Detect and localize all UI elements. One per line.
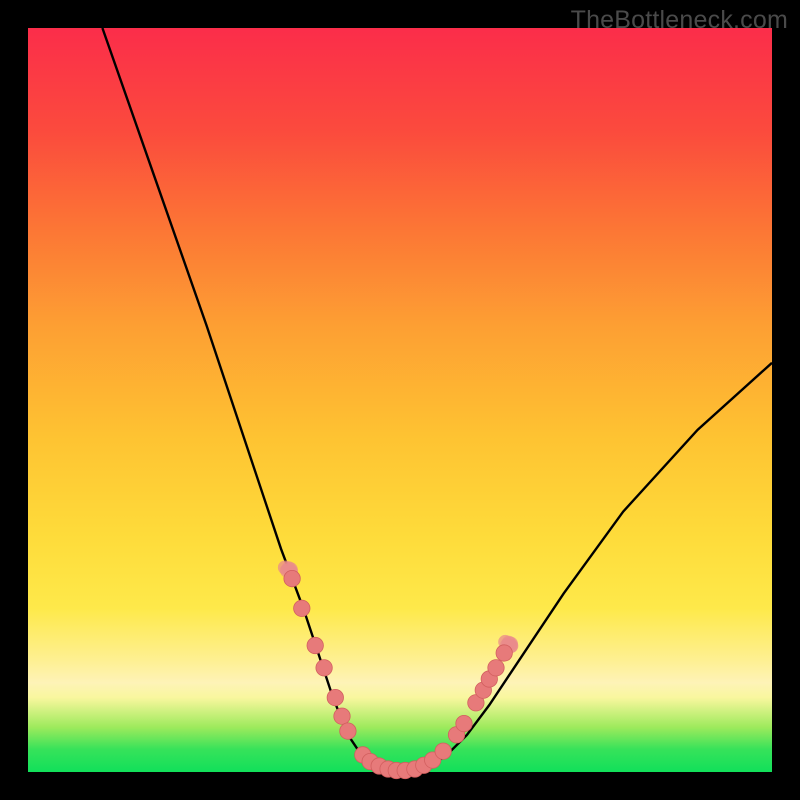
chart-svg (28, 28, 772, 772)
curve-marker (316, 660, 332, 676)
curve-marker (284, 570, 300, 586)
curve-marker (435, 743, 451, 759)
curve-marker (488, 660, 504, 676)
curve-marker (334, 708, 350, 724)
plot-area (28, 28, 772, 772)
curve-marker (294, 600, 310, 616)
curve-marker (307, 637, 323, 653)
marker-group (278, 561, 518, 779)
outer-frame: TheBottleneck.com (0, 0, 800, 800)
bottleneck-curve (102, 28, 772, 772)
curve-marker (456, 715, 472, 731)
watermark-label: TheBottleneck.com (571, 6, 788, 35)
curve-marker (340, 723, 356, 739)
curve-marker (327, 689, 343, 705)
curve-marker (496, 645, 512, 661)
